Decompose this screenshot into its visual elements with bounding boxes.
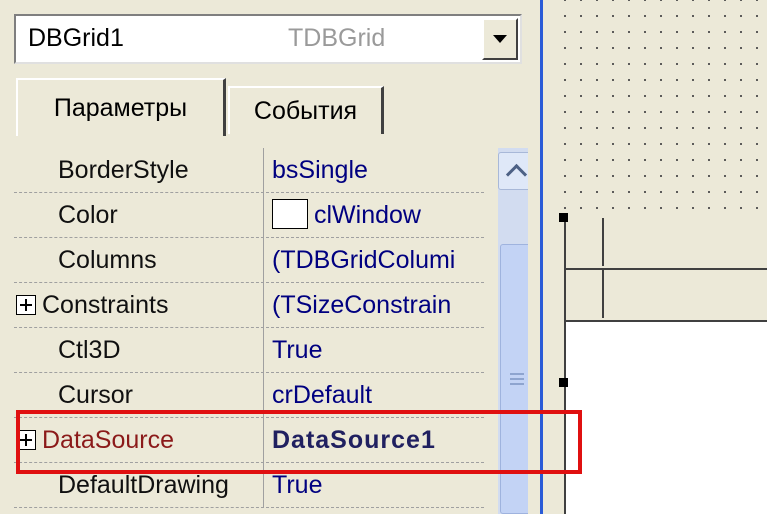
property-value[interactable]: True <box>266 463 484 508</box>
property-value[interactable]: DataSource1 <box>266 418 484 463</box>
property-name: Constraints <box>14 283 264 328</box>
property-name: DataSource <box>14 418 264 463</box>
property-name: Columns <box>14 238 264 283</box>
grip-line <box>510 378 524 380</box>
property-row[interactable]: Ctl3D True <box>14 328 484 373</box>
property-value[interactable]: bsSingle <box>266 148 484 193</box>
property-row-datasource[interactable]: DataSource DataSource1 <box>14 418 484 463</box>
vertical-scrollbar[interactable] <box>498 148 528 514</box>
property-name: Color <box>14 193 264 238</box>
property-name: BorderStyle <box>14 148 264 193</box>
component-type: TDBGrid <box>288 24 386 52</box>
property-row[interactable]: Color clWindow <box>14 193 484 238</box>
tab-events[interactable]: События <box>228 86 384 134</box>
grip-line <box>510 383 524 385</box>
scroll-thumb[interactable] <box>500 244 528 514</box>
tab-parameters[interactable]: Параметры <box>16 78 226 136</box>
component-name: DBGrid1 <box>28 24 124 52</box>
object-inspector: DBGrid1 TDBGrid Параметры События Border… <box>0 0 540 514</box>
chevron-down-icon <box>493 35 507 43</box>
grid-header-row <box>566 270 767 322</box>
property-value[interactable]: (TDBGridColumi <box>266 238 484 283</box>
grid-indicator-cell <box>566 218 604 266</box>
property-grid: BorderStyle bsSingle Color clWindow Colu… <box>14 148 528 514</box>
property-value[interactable]: clWindow <box>266 193 484 238</box>
property-value[interactable]: crDefault <box>266 373 484 418</box>
grid-header-row <box>566 218 767 270</box>
property-value[interactable]: True <box>266 328 484 373</box>
property-value-text: clWindow <box>314 201 421 229</box>
dropdown-button[interactable] <box>482 18 518 60</box>
property-row[interactable]: BorderStyle bsSingle <box>14 148 484 193</box>
color-swatch <box>272 199 308 230</box>
property-row[interactable]: Cursor crDefault <box>14 373 484 418</box>
property-row[interactable]: DefaultDrawing True <box>14 463 484 508</box>
property-name: Cursor <box>14 373 264 418</box>
dbgrid-component[interactable] <box>564 218 767 514</box>
component-selector[interactable]: DBGrid1 TDBGrid <box>14 14 522 64</box>
scroll-up-button[interactable] <box>498 152 528 190</box>
form-designer[interactable] <box>552 0 767 514</box>
chevron-up-icon <box>505 163 527 185</box>
grid-indicator-cell <box>566 270 604 318</box>
property-value[interactable]: (TSizeConstrain <box>266 283 484 328</box>
property-name: DefaultDrawing <box>14 463 264 508</box>
property-name: Ctl3D <box>14 328 264 373</box>
grip-line <box>510 373 524 375</box>
selection-handle[interactable] <box>559 213 568 222</box>
property-row[interactable]: Columns (TDBGridColumi <box>14 238 484 283</box>
selection-handle[interactable] <box>559 378 568 387</box>
property-row[interactable]: Constraints (TSizeConstrain <box>14 283 484 328</box>
